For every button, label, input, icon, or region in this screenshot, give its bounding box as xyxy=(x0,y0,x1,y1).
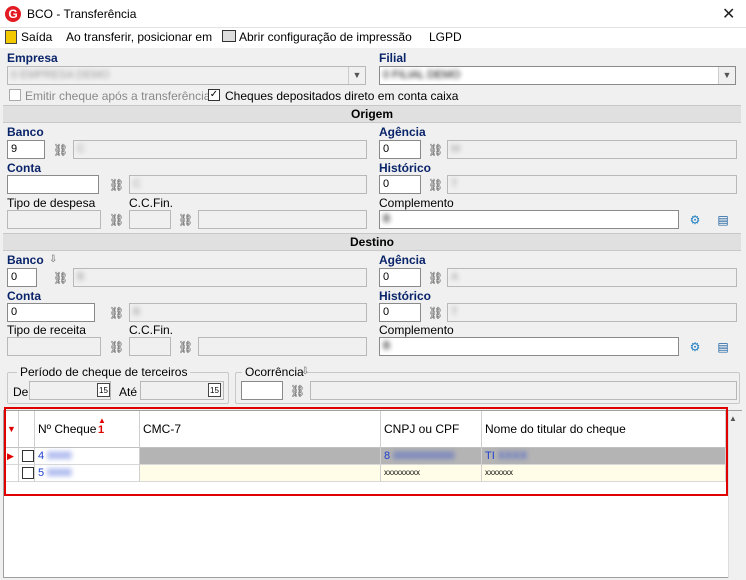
tipo-despesa-field[interactable] xyxy=(7,210,101,229)
origem-ccfin-label: C.C.Fin. xyxy=(129,196,174,210)
destino-ccfin-field[interactable] xyxy=(129,337,171,356)
tipo-receita-label: Tipo de receita xyxy=(7,323,86,337)
binoculars-icon[interactable]: ⛓ xyxy=(109,178,124,192)
origem-agencia-name: M xyxy=(447,140,737,159)
tipo-receita-field[interactable] xyxy=(7,337,101,356)
highlight-box xyxy=(4,407,728,496)
arrow-down-icon: ⇩ xyxy=(301,366,310,377)
destino-agencia-name: A xyxy=(447,268,737,287)
form-icon[interactable]: ▤ xyxy=(714,211,732,229)
periodo-de-label: De xyxy=(13,385,29,399)
origem-agencia-label: Agência xyxy=(379,125,426,139)
binoculars-icon[interactable]: ⛓ xyxy=(53,271,68,285)
calendar-icon[interactable]: 15 xyxy=(208,383,221,397)
origem-complemento-label: Complemento xyxy=(379,196,454,210)
menu-lgpd[interactable]: LGPD xyxy=(429,30,462,44)
destino-agencia-label: Agência xyxy=(379,253,426,267)
destino-complemento-label: Complemento xyxy=(379,323,454,337)
arrow-down-icon: ⇩ xyxy=(49,254,58,265)
destino-complemento-field[interactable]: B xyxy=(379,337,679,356)
destino-historico-label: Histórico xyxy=(379,289,432,303)
app-logo-icon: G xyxy=(5,6,21,22)
destino-section-title: Destino xyxy=(3,233,741,251)
origem-ccfin-field[interactable] xyxy=(129,210,171,229)
origem-historico-name: T xyxy=(447,175,737,194)
form-icon[interactable]: ▤ xyxy=(714,338,732,356)
origem-historico-code[interactable]: 0 xyxy=(379,175,421,194)
empresa-label: Empresa xyxy=(7,51,58,65)
periodo-label: Período de cheque de terceiros xyxy=(17,365,191,379)
origem-historico-label: Histórico xyxy=(379,161,432,175)
destino-historico-code[interactable]: 0 xyxy=(379,303,421,322)
destino-banco-code[interactable]: 0 xyxy=(7,268,37,287)
destino-conta-label: Conta xyxy=(7,289,41,303)
origem-banco-name: C xyxy=(73,140,367,159)
destino-banco-name: B xyxy=(73,268,367,287)
filial-select[interactable]: 0 FILIAL DEMO xyxy=(379,66,736,85)
ocorrencia-code[interactable] xyxy=(241,381,283,400)
destino-conta-code[interactable]: 0 xyxy=(7,303,95,322)
binoculars-icon[interactable]: ⛓ xyxy=(109,306,124,320)
emitir-checkbox[interactable] xyxy=(9,89,21,101)
menu-position[interactable]: Ao transferir, posicionar em xyxy=(66,30,212,44)
close-icon[interactable]: ✕ xyxy=(722,4,735,24)
origem-conta-code[interactable] xyxy=(7,175,99,194)
origem-agencia-code[interactable]: 0 xyxy=(379,140,421,159)
binoculars-icon[interactable]: ⛓ xyxy=(428,143,443,157)
chevron-down-icon[interactable]: ▼ xyxy=(348,67,365,84)
binoculars-icon[interactable]: ⛓ xyxy=(178,340,193,354)
binoculars-icon[interactable]: ⛓ xyxy=(428,306,443,320)
origem-section-title: Origem xyxy=(3,105,741,123)
origem-conta-name: C xyxy=(129,175,367,194)
binoculars-icon[interactable]: ⛓ xyxy=(109,340,124,354)
filial-label: Filial xyxy=(379,51,407,65)
history-icon[interactable]: ⚙ xyxy=(686,338,704,356)
menu-print-config[interactable]: Abrir configuração de impressão xyxy=(239,30,412,44)
exit-icon xyxy=(5,30,17,44)
destino-historico-name: T xyxy=(447,303,737,322)
binoculars-icon[interactable]: ⛓ xyxy=(428,271,443,285)
depositados-label: Cheques depositados direto em conta caix… xyxy=(225,89,459,103)
emitir-label: Emitir cheque após a transferência xyxy=(25,89,211,103)
window-title: BCO - Transferência xyxy=(27,7,137,21)
grid-scrollbar[interactable] xyxy=(728,411,742,578)
history-icon[interactable]: ⚙ xyxy=(686,211,704,229)
printer-icon xyxy=(222,30,236,42)
calendar-icon[interactable]: 15 xyxy=(97,383,110,397)
ocorrencia-name xyxy=(310,381,737,400)
destino-banco-label: Banco xyxy=(7,253,44,267)
destino-ccfin-label: C.C.Fin. xyxy=(129,323,174,337)
menu-exit[interactable]: Saída xyxy=(21,30,52,44)
binoculars-icon[interactable]: ⛓ xyxy=(109,213,124,227)
scroll-up-icon[interactable]: ▲ xyxy=(729,414,737,423)
depositados-checkbox[interactable]: ✓ xyxy=(208,89,220,101)
empresa-select[interactable]: 0 EMPRESA DEMO xyxy=(7,66,366,85)
binoculars-icon[interactable]: ⛓ xyxy=(178,213,193,227)
binoculars-icon[interactable]: ⛓ xyxy=(290,384,305,398)
periodo-ate-label: Até xyxy=(119,385,138,399)
origem-banco-code[interactable]: 9 xyxy=(7,140,45,159)
origem-conta-label: Conta xyxy=(7,161,41,175)
ocorrencia-label: Ocorrência xyxy=(242,365,307,379)
destino-ccfin-name xyxy=(198,337,367,356)
destino-conta-name: B xyxy=(129,303,367,322)
destino-agencia-code[interactable]: 0 xyxy=(379,268,421,287)
chevron-down-icon[interactable]: ▼ xyxy=(718,67,735,84)
tipo-despesa-label: Tipo de despesa xyxy=(7,196,96,210)
binoculars-icon[interactable]: ⛓ xyxy=(53,143,68,157)
origem-complemento-field[interactable]: B xyxy=(379,210,679,229)
binoculars-icon[interactable]: ⛓ xyxy=(428,178,443,192)
origem-ccfin-name xyxy=(198,210,367,229)
origem-banco-label: Banco xyxy=(7,125,44,139)
